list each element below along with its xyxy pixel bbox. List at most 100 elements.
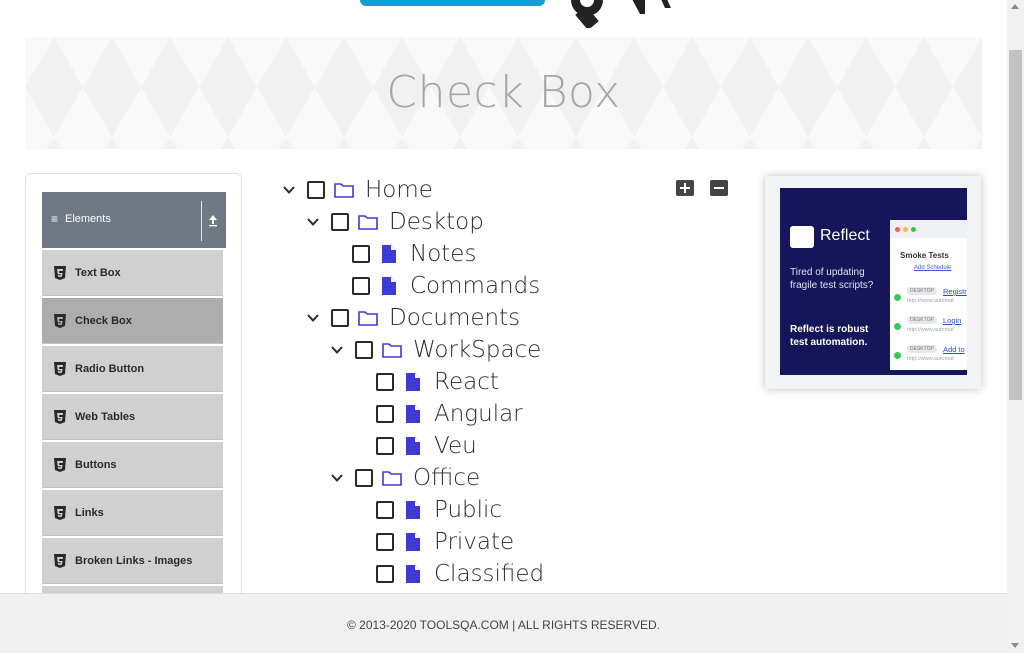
menu-icon: ≡ [51, 212, 59, 226]
chevron-down-icon[interactable] [330, 471, 344, 485]
sidebar-item-buttons[interactable]: Buttons [42, 442, 223, 488]
ad-app-mockup: Smoke Tests Add Schedule DESKTOP Registr… [890, 220, 967, 370]
sidebar-menu: Text Box Check Box Radio Button Web Tabl… [42, 250, 223, 612]
tree-node-workspace: WorkSpace [330, 335, 541, 365]
scroll-down-icon[interactable] [1011, 643, 1019, 648]
sidebar-item-label: Links [75, 506, 104, 519]
sidebar-item-check-box[interactable]: Check Box [42, 298, 223, 344]
chevron-down-icon[interactable] [330, 343, 344, 357]
node-label[interactable]: Private [434, 529, 514, 555]
checkbox[interactable] [376, 501, 394, 519]
page-title: Check Box [386, 67, 621, 118]
mock-window-bar [890, 220, 967, 238]
ad-pitch: Reflect is robust test automation. [790, 324, 869, 348]
checkbox[interactable] [331, 309, 349, 327]
footer: © 2013-2020 TOOLSQA.COM | ALL RIGHTS RES… [0, 593, 1007, 653]
folder-icon [382, 471, 402, 486]
chevron-down-icon[interactable] [282, 183, 296, 197]
page-banner: Check Box [25, 37, 982, 149]
node-label[interactable]: Classified [434, 561, 544, 587]
sidebar-item-label: Broken Links - Images [75, 554, 193, 567]
mock-row: DESKTOP Registr http://www.automat [894, 286, 967, 312]
sidebar-item-broken-links[interactable]: Broken Links - Images [42, 538, 223, 584]
checkbox[interactable] [376, 405, 394, 423]
sidebar-item-radio-button[interactable]: Radio Button [42, 346, 223, 392]
tree-node-veu: Veu [351, 431, 477, 461]
sidebar-item-text-box[interactable]: Text Box [42, 250, 223, 296]
mock-row: DESKTOP Login http://www.automat [894, 315, 967, 341]
folder-icon [382, 343, 402, 358]
html5-icon [54, 361, 66, 376]
ad-banner[interactable]: Reflect Tired of updating fragile test s… [765, 176, 981, 389]
node-label[interactable]: Documents [389, 305, 520, 331]
group-title: Elements [65, 213, 111, 225]
file-icon [406, 437, 420, 455]
tree-node-angular: Angular [351, 399, 523, 429]
checkbox[interactable] [352, 245, 370, 263]
collapse-up-icon[interactable] [206, 212, 220, 228]
mock-schedule: Add Schedule [914, 265, 952, 271]
checkbox[interactable] [376, 533, 394, 551]
sidebar-item-label: Check Box [75, 314, 132, 327]
reflect-logo-icon [790, 226, 814, 248]
tree-node-office: Office [330, 463, 480, 493]
tree-node-classified: Classified [351, 559, 544, 589]
tree-node-desktop: Desktop [306, 207, 484, 237]
folder-icon [358, 311, 378, 326]
tree-node-react: React [351, 367, 499, 397]
node-label[interactable]: Office [413, 465, 480, 491]
chevron-down-icon[interactable] [306, 311, 320, 325]
checkbox[interactable] [307, 181, 325, 199]
header-divider [201, 201, 202, 241]
file-icon [382, 277, 396, 295]
checkbox[interactable] [355, 341, 373, 359]
node-label[interactable]: Public [434, 497, 502, 523]
toolsqa-logo[interactable] [355, 0, 675, 28]
page-scrollbar[interactable] [1007, 0, 1024, 653]
checkbox[interactable] [376, 373, 394, 391]
checkbox[interactable] [355, 469, 373, 487]
left-panel: ≡ Elements Text Box Check Box Radio Butt… [25, 173, 242, 613]
scrollbar-thumb[interactable] [1009, 50, 1022, 400]
sidebar-item-label: Text Box [75, 266, 121, 279]
tree-node-public: Public [351, 495, 502, 525]
scroll-up-icon[interactable] [1011, 4, 1019, 9]
footer-copyright: © 2013-2020 TOOLSQA.COM | ALL RIGHTS RES… [347, 618, 660, 632]
mock-title: Smoke Tests [900, 251, 949, 260]
folder-icon [334, 183, 354, 198]
sidebar-item-label: Web Tables [75, 410, 136, 423]
node-label[interactable]: Notes [410, 241, 476, 267]
chevron-down-icon[interactable] [306, 215, 320, 229]
file-icon [406, 501, 420, 519]
checkbox[interactable] [376, 565, 394, 583]
ad-image[interactable]: Reflect Tired of updating fragile test s… [780, 188, 967, 375]
checkbox[interactable] [376, 437, 394, 455]
node-label[interactable]: Angular [434, 401, 523, 427]
folder-icon [358, 215, 378, 230]
html5-icon [54, 553, 66, 568]
mock-row: DESKTOP Add to http://www.automat [894, 344, 967, 370]
file-icon [406, 373, 420, 391]
checkbox[interactable] [331, 213, 349, 231]
sidebar-item-links[interactable]: Links [42, 490, 223, 536]
tree-node-home: Home [282, 175, 433, 205]
checkbox[interactable] [352, 277, 370, 295]
file-icon [406, 565, 420, 583]
node-label[interactable]: Commands [410, 273, 540, 299]
page: Check Box ≡ Elements Text Box Check Box [0, 0, 1024, 653]
node-label[interactable]: Veu [434, 433, 477, 459]
sidebar-item-web-tables[interactable]: Web Tables [42, 394, 223, 440]
html5-icon [54, 313, 66, 328]
file-icon [382, 245, 396, 263]
html5-icon [54, 505, 66, 520]
node-label[interactable]: Home [365, 177, 433, 203]
ad-tagline: Tired of updating fragile test scripts? [790, 267, 874, 291]
tree-node-commands: Commands [327, 271, 540, 301]
node-label[interactable]: Desktop [389, 209, 484, 235]
sidebar-item-label: Radio Button [75, 362, 145, 375]
node-label[interactable]: React [434, 369, 499, 395]
html5-icon [54, 265, 66, 280]
group-header-elements[interactable]: ≡ Elements [42, 192, 226, 248]
tree-node-notes: Notes [327, 239, 476, 269]
node-label[interactable]: WorkSpace [413, 337, 541, 363]
